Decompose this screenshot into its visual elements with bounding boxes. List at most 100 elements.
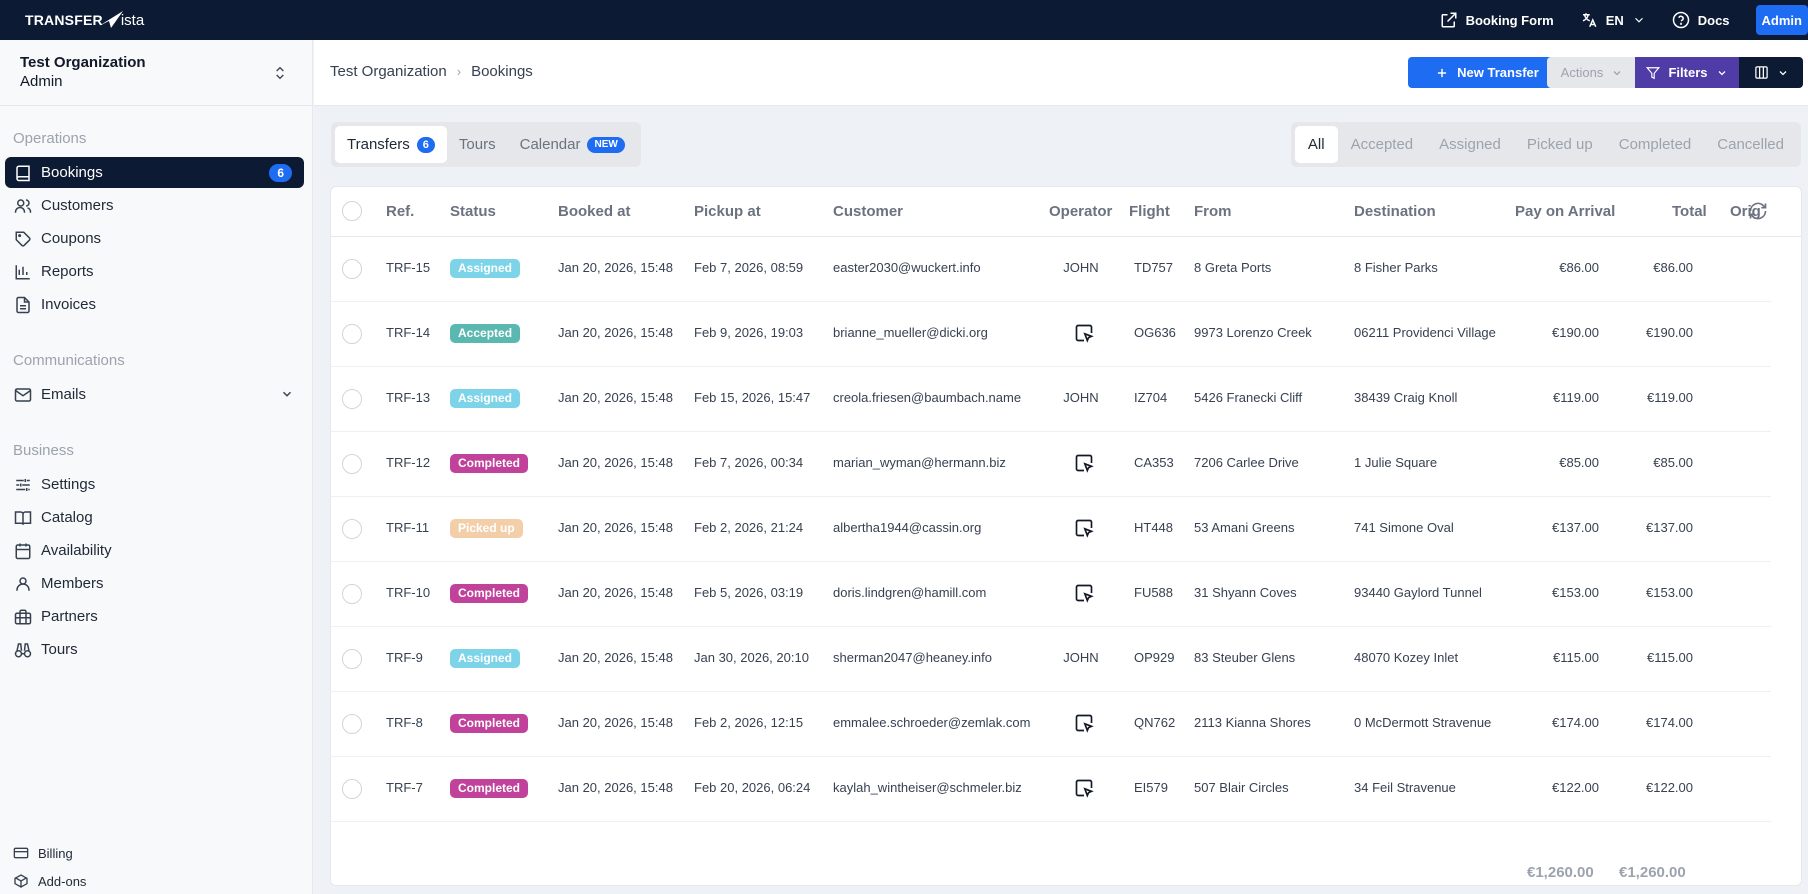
row-checkbox[interactable] xyxy=(342,779,362,799)
row-checkbox[interactable] xyxy=(342,714,362,734)
tab-label: Transfers xyxy=(347,136,410,153)
table-row[interactable]: TRF-11 Jan 20, 2026, 15:48 Feb 2, 2026, 21… xyxy=(331,497,1771,562)
customer-cell: albertha1944@cassin.org xyxy=(833,520,982,535)
docs-link[interactable]: Docs xyxy=(1672,11,1730,29)
assign-operator-icon[interactable] xyxy=(1074,323,1094,343)
sidebar-item-customers[interactable]: Customers xyxy=(5,190,304,221)
assign-operator-icon[interactable] xyxy=(1074,778,1094,798)
ref-cell: TRF-14 xyxy=(386,325,431,340)
destination-cell: 38439 Craig Knoll xyxy=(1354,390,1458,405)
status-tab-accepted[interactable]: Accepted xyxy=(1338,126,1427,163)
col-pay-on-arrival[interactable]: Pay on Arrival xyxy=(1515,203,1615,220)
sidebar-item-addons[interactable]: Add-ons xyxy=(12,873,86,889)
table-row[interactable]: TRF-9 Jan 20, 2026, 15:48 Jan 30, 2026, 20… xyxy=(331,627,1771,692)
table-row[interactable]: TRF-12 Jan 20, 2026, 15:48 Feb 7, 2026, 00… xyxy=(331,432,1771,497)
from-cell: 7206 Carlee Drive xyxy=(1194,455,1299,470)
sidebar-item-billing[interactable]: Billing xyxy=(12,845,73,861)
col-ref[interactable]: Ref. xyxy=(386,203,414,220)
sidebar-item-members[interactable]: Members xyxy=(5,568,304,599)
sidebar-item-bookings[interactable]: Bookings 6 xyxy=(5,157,304,188)
row-checkbox[interactable] xyxy=(342,324,362,344)
row-checkbox[interactable] xyxy=(342,519,362,539)
sidebar-item-catalog[interactable]: Catalog xyxy=(5,502,304,533)
col-from[interactable]: From xyxy=(1194,203,1232,220)
assign-operator-icon[interactable] xyxy=(1074,583,1094,603)
actions-button[interactable]: Actions xyxy=(1547,57,1637,88)
customer-cell: emmalee.schroeder@zemlak.com xyxy=(833,715,1031,730)
sidebar-item-tours[interactable]: Tours xyxy=(5,634,304,665)
assign-operator-icon[interactable] xyxy=(1074,453,1094,473)
select-all-checkbox[interactable] xyxy=(342,201,362,221)
chevron-down-icon xyxy=(1613,70,1621,75)
section-communications: Communications xyxy=(13,352,125,369)
status-tab-picked-up[interactable]: Picked up xyxy=(1514,126,1606,163)
tab-tours[interactable]: Tours xyxy=(447,126,508,163)
col-destination[interactable]: Destination xyxy=(1354,203,1436,220)
tab-transfers[interactable]: Transfers 6 xyxy=(335,126,447,163)
status-tab-completed[interactable]: Completed xyxy=(1606,126,1705,163)
col-flight[interactable]: Flight xyxy=(1129,203,1170,220)
col-booked-at[interactable]: Booked at xyxy=(558,203,631,220)
row-checkbox[interactable] xyxy=(342,584,362,604)
col-operator[interactable]: Operator xyxy=(1049,203,1112,220)
table-footer: €1,260.00 €1,260.00 xyxy=(331,852,1801,885)
table-row[interactable]: TRF-14 Jan 20, 2026, 15:48 Feb 9, 2026, 19… xyxy=(331,302,1771,367)
table-row[interactable]: TRF-8 Jan 20, 2026, 15:48 Feb 2, 2026, 12:… xyxy=(331,692,1771,757)
breadcrumb-org[interactable]: Test Organization xyxy=(330,63,447,80)
sidebar-item-reports[interactable]: Reports xyxy=(5,256,304,287)
row-checkbox[interactable] xyxy=(342,649,362,669)
col-total[interactable]: Total xyxy=(1672,203,1707,220)
sidebar-item-partners[interactable]: Partners xyxy=(5,601,304,632)
booked-at-cell: Jan 20, 2026, 15:48 xyxy=(558,520,673,535)
new-transfer-button[interactable]: New Transfer xyxy=(1408,57,1566,88)
row-checkbox[interactable] xyxy=(342,389,362,409)
pickup-at-cell: Jan 30, 2026, 20:10 xyxy=(694,650,809,665)
sidebar-item-coupons[interactable]: Coupons xyxy=(5,223,304,254)
booking-form-link[interactable]: Booking Form xyxy=(1440,11,1554,29)
pay-on-arrival-cell: €115.00 xyxy=(1552,650,1599,665)
row-checkbox[interactable] xyxy=(342,454,362,474)
booked-at-cell: Jan 20, 2026, 15:48 xyxy=(558,455,673,470)
booked-at-cell: Jan 20, 2026, 15:48 xyxy=(558,650,673,665)
flight-cell: QN762 xyxy=(1134,715,1176,730)
refresh-icon[interactable] xyxy=(1748,201,1768,221)
filters-button[interactable]: Filters xyxy=(1635,57,1739,88)
pay-on-arrival-cell: €86.00 xyxy=(1559,260,1599,275)
binoculars-icon xyxy=(14,642,32,657)
total-cell: €174.00 xyxy=(1646,715,1693,730)
total-cell: €115.00 xyxy=(1646,650,1693,665)
col-status[interactable]: Status xyxy=(450,203,496,220)
org-role: Admin xyxy=(20,73,63,90)
brand-logo[interactable]: TRANSFER ista xyxy=(25,6,144,34)
top-bar: TRANSFER ista Booking Form EN Docs Admin xyxy=(0,0,1808,40)
assign-operator-icon[interactable] xyxy=(1074,518,1094,538)
status-tab-all[interactable]: All xyxy=(1294,126,1338,163)
status-tab-assigned[interactable]: Assigned xyxy=(1426,126,1514,163)
col-customer[interactable]: Customer xyxy=(833,203,903,220)
pickup-at-cell: Feb 2, 2026, 21:24 xyxy=(694,520,804,535)
sidebar-item-invoices[interactable]: Invoices xyxy=(5,289,304,320)
table-row[interactable]: TRF-13 Jan 20, 2026, 15:48 Feb 15, 2026, 1… xyxy=(331,367,1771,432)
status-tab-cancelled[interactable]: Cancelled xyxy=(1704,126,1797,163)
sidebar-item-availability[interactable]: Availability xyxy=(5,535,304,566)
table-row[interactable]: TRF-15 Jan 20, 2026, 15:48 Feb 7, 2026, 08… xyxy=(331,237,1771,302)
sidebar-item-emails[interactable]: Emails xyxy=(5,379,304,410)
columns-button[interactable] xyxy=(1739,57,1803,88)
admin-menu-button[interactable]: Admin xyxy=(1755,5,1808,35)
row-checkbox[interactable] xyxy=(342,259,362,279)
booked-at-cell: Jan 20, 2026, 15:48 xyxy=(558,715,673,730)
col-pickup-at[interactable]: Pickup at xyxy=(694,203,761,220)
table-row[interactable]: TRF-7 Jan 20, 2026, 15:48 Feb 20, 2026, 06… xyxy=(331,757,1771,822)
total-cell: €137.00 xyxy=(1646,520,1693,535)
assign-operator-icon[interactable] xyxy=(1074,713,1094,733)
tab-calendar[interactable]: Calendar NEW xyxy=(508,126,637,163)
calendar-icon xyxy=(15,543,31,559)
status-badge: Accepted xyxy=(450,324,521,343)
language-selector[interactable]: EN xyxy=(1580,11,1646,29)
sidebar-item-settings[interactable]: Settings xyxy=(5,469,304,500)
org-switcher[interactable]: Test Organization Admin xyxy=(0,40,312,106)
customer-cell: kaylah_wintheiser@schmeler.biz xyxy=(833,780,1022,795)
filter-icon xyxy=(1646,66,1661,79)
customer-cell: marian_wyman@hermann.biz xyxy=(833,455,1006,470)
table-row[interactable]: TRF-10 Jan 20, 2026, 15:48 Feb 5, 2026, 03… xyxy=(331,562,1771,627)
